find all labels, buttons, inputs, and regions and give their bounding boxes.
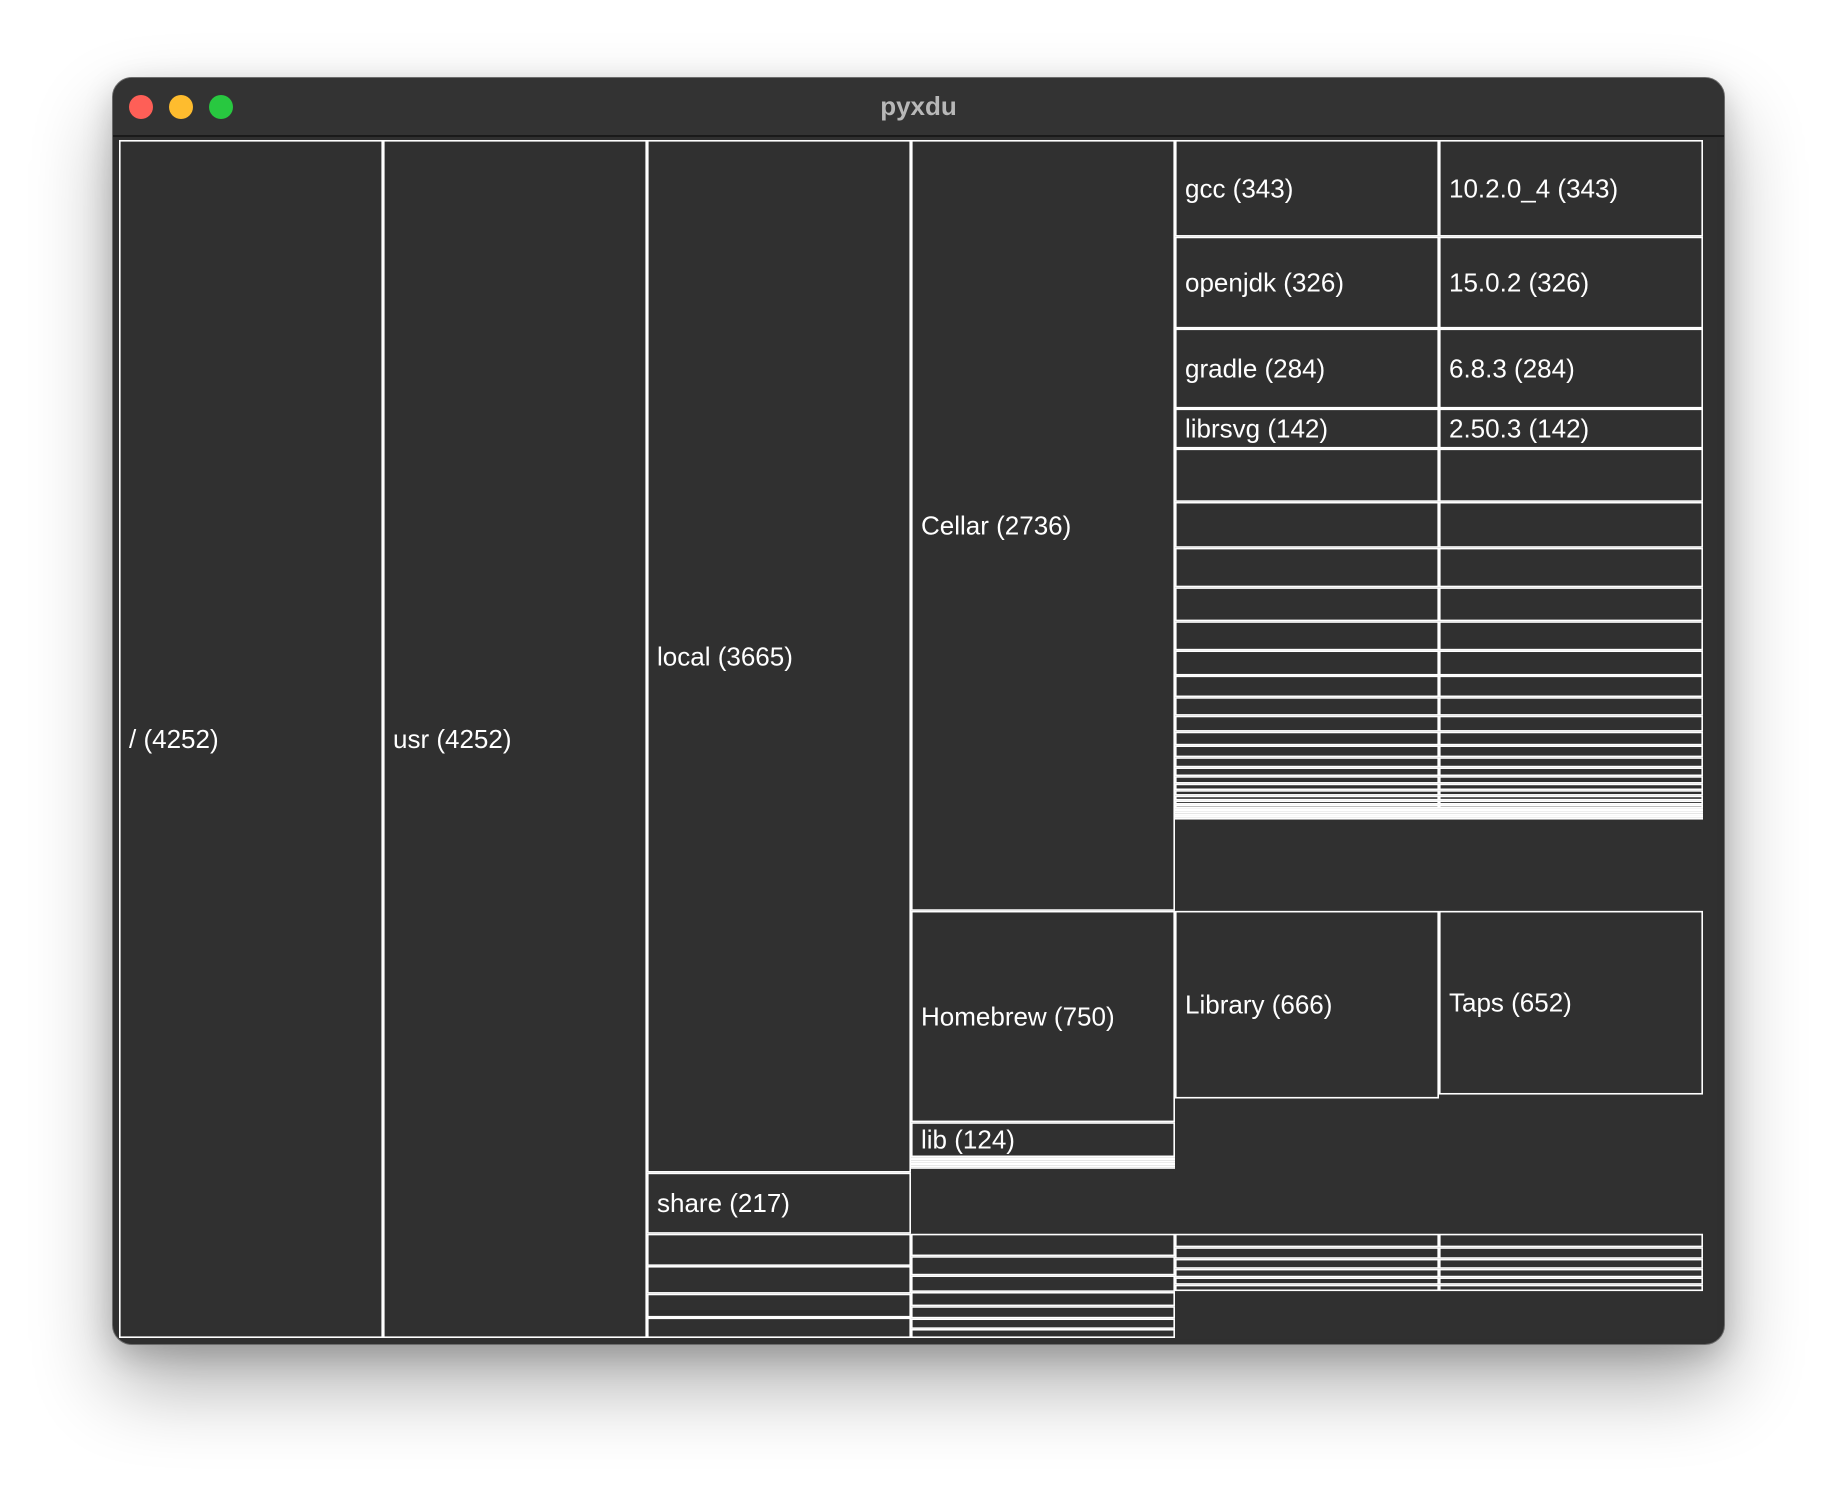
cellar-small-entry[interactable]: [1439, 808, 1704, 812]
app-window: pyxdu / (4252) usr (4252) local (3665) Cell…: [112, 77, 1725, 1345]
dir-label-root-usr-local-cellar-openjdk: openjdk (326): [1185, 268, 1344, 298]
local-small-entry[interactable]: [910, 1160, 1175, 1163]
dir-label-root-usr-local-cellar-gcc-10-2-0-4: 10.2.0_4 (343): [1449, 173, 1618, 203]
cellar-small-entry[interactable]: [1439, 715, 1704, 732]
cellar-small-entry[interactable]: [1175, 804, 1440, 809]
cellar-small-entry[interactable]: [1439, 675, 1704, 698]
cellar-small-entry[interactable]: [1175, 621, 1440, 651]
cellar-small-entry[interactable]: [1175, 731, 1440, 746]
dir-label-root-usr-share: share (217): [657, 1188, 790, 1218]
cellar-small-entry[interactable]: [1175, 767, 1440, 777]
dir-label-root-usr-local-cellar-gradle: gradle (284): [1185, 353, 1325, 383]
usr-small-entry[interactable]: [646, 1293, 911, 1318]
cellar-small-entry[interactable]: [1439, 790, 1704, 796]
cellar-small-entry[interactable]: [1175, 808, 1440, 812]
cellar-small-entry[interactable]: [1439, 776, 1704, 784]
cellar-small-entry[interactable]: [1175, 813, 1440, 816]
dir-label-root-usr-local-homebrew-library-taps: Taps (652): [1449, 988, 1572, 1018]
local-small-entry[interactable]: [910, 1162, 1175, 1166]
usr-sub2-small-entry[interactable]: [1175, 1233, 1440, 1248]
disk-usage-canvas[interactable]: / (4252) usr (4252) local (3665) Cellar (27…: [119, 139, 1717, 1339]
usr-sub2-small-entry[interactable]: [1439, 1247, 1704, 1259]
dir-label-root-usr-local-cellar: Cellar (2736): [921, 510, 1071, 540]
cellar-small-entry[interactable]: [1439, 783, 1704, 791]
dir-label-root-usr-local-homebrew: Homebrew (750): [921, 1002, 1115, 1032]
usr-sub2-small-entry[interactable]: [1175, 1258, 1440, 1269]
usr-sub2-small-entry[interactable]: [1175, 1277, 1440, 1285]
cellar-small-entry[interactable]: [1175, 587, 1440, 622]
usr-small-entry[interactable]: [646, 1233, 911, 1266]
cellar-small-entry[interactable]: [1175, 675, 1440, 698]
cellar-small-entry[interactable]: [1439, 501, 1704, 548]
cellar-small-entry[interactable]: [1175, 697, 1440, 716]
usr-sub-small-entry[interactable]: [910, 1256, 1175, 1276]
cellar-small-entry[interactable]: [1175, 776, 1440, 784]
usr-small-entry[interactable]: [646, 1265, 911, 1294]
usr-sub2-small-entry[interactable]: [1175, 1268, 1440, 1278]
dir-label-root-usr-local-cellar-librsvg-2-50-3: 2.50.3 (142): [1449, 414, 1589, 444]
cellar-small-entry[interactable]: [1439, 587, 1704, 622]
cellar-small-entry[interactable]: [1175, 795, 1440, 801]
cellar-small-entry[interactable]: [1175, 448, 1440, 502]
dir-label-root-usr-local-cellar-gcc: gcc (343): [1185, 173, 1293, 203]
cellar-small-entry[interactable]: [1175, 800, 1440, 805]
disk-usage-treemap[interactable]: / (4252) usr (4252) local (3665) Cellar (27…: [119, 139, 1717, 1339]
dir-label-root-usr-local: local (3665): [657, 641, 793, 671]
cellar-small-entry[interactable]: [1175, 811, 1440, 814]
cellar-small-entry[interactable]: [1439, 813, 1704, 816]
cellar-small-entry[interactable]: [1175, 547, 1440, 588]
cellar-small-entry[interactable]: [1439, 621, 1704, 651]
usr-sub-small-entry[interactable]: [910, 1275, 1175, 1292]
usr-sub2-small-entry[interactable]: [1439, 1258, 1704, 1269]
dir-label-root-usr-local-cellar-gradle-6-8-3: 6.8.3 (284): [1449, 353, 1575, 383]
dir-label-root-usr: usr (4252): [393, 724, 512, 754]
usr-sub-small-entry[interactable]: [910, 1233, 1175, 1257]
cellar-small-entry[interactable]: [1439, 650, 1704, 676]
cellar-small-entry[interactable]: [1439, 795, 1704, 801]
cellar-small-entry[interactable]: [1439, 757, 1704, 768]
dir-label-root-usr-local-homebrew-library: Library (666): [1185, 990, 1332, 1020]
usr-small-entry[interactable]: [646, 1317, 911, 1339]
title-bar[interactable]: pyxdu: [113, 78, 1724, 137]
usr-sub-small-entry[interactable]: [910, 1306, 1175, 1319]
window-title: pyxdu: [880, 91, 957, 121]
dir-label-root-usr-local-lib: lib (124): [921, 1125, 1015, 1155]
cellar-small-entry[interactable]: [1439, 697, 1704, 716]
usr-sub-small-entry[interactable]: [910, 1291, 1175, 1307]
usr-sub-small-entry[interactable]: [910, 1318, 1175, 1329]
cellar-small-entry[interactable]: [1439, 800, 1704, 805]
dir-label-root-usr-local-cellar-librsvg: librsvg (142): [1185, 414, 1328, 444]
usr-sub2-small-entry[interactable]: [1439, 1284, 1704, 1292]
cellar-small-entry[interactable]: [1175, 790, 1440, 796]
cellar-small-entry[interactable]: [1439, 745, 1704, 758]
cellar-small-entry[interactable]: [1175, 745, 1440, 758]
cellar-small-entry[interactable]: [1175, 650, 1440, 676]
cellar-small-entry[interactable]: [1175, 783, 1440, 791]
cellar-small-entry[interactable]: [1439, 811, 1704, 814]
usr-sub-small-entry[interactable]: [910, 1328, 1175, 1338]
usr-sub2-small-entry[interactable]: [1175, 1284, 1440, 1292]
cellar-small-entry[interactable]: [1439, 448, 1704, 502]
cellar-small-entry[interactable]: [1439, 767, 1704, 777]
cellar-small-entry[interactable]: [1439, 547, 1704, 588]
usr-sub2-small-entry[interactable]: [1439, 1268, 1704, 1278]
cellar-small-entry[interactable]: [1439, 804, 1704, 809]
cellar-small-entry[interactable]: [1175, 715, 1440, 732]
usr-sub2-small-entry[interactable]: [1439, 1233, 1704, 1248]
usr-sub2-small-entry[interactable]: [1439, 1277, 1704, 1285]
dir-label-root: / (4252): [129, 724, 219, 754]
dir-label-root-usr-local-cellar-openjdk-15-0-2: 15.0.2 (326): [1449, 268, 1589, 298]
local-small-entry[interactable]: [910, 1157, 1175, 1161]
cellar-small-entry[interactable]: [1175, 757, 1440, 768]
cellar-small-entry[interactable]: [1439, 731, 1704, 746]
cellar-small-entry[interactable]: [1175, 501, 1440, 548]
usr-sub2-small-entry[interactable]: [1175, 1247, 1440, 1259]
